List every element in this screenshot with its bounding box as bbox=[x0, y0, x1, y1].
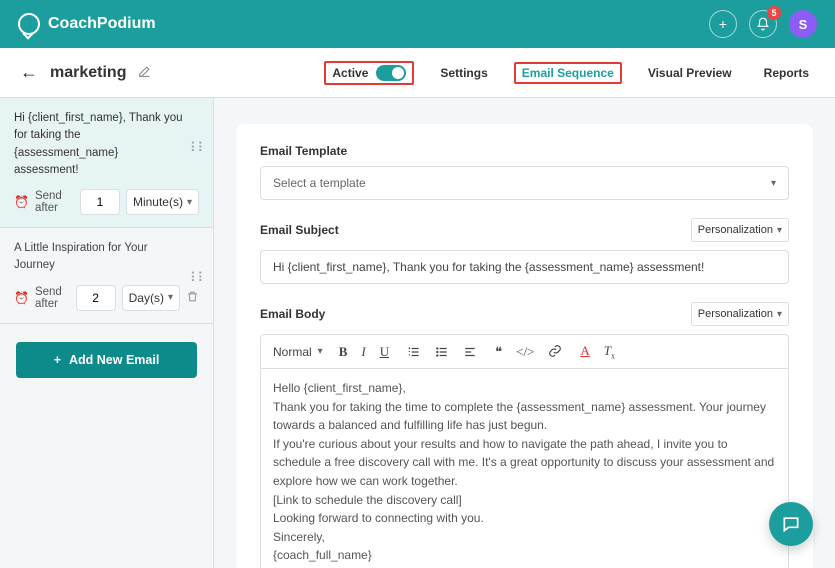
email-card-title: Hi {client_first_name}, Thank you for ta… bbox=[14, 110, 199, 179]
bold-button[interactable]: B bbox=[337, 342, 350, 362]
tab-visual-preview[interactable]: Visual Preview bbox=[642, 62, 738, 84]
back-arrow-icon[interactable]: ← bbox=[20, 62, 38, 83]
active-switch[interactable] bbox=[376, 65, 406, 81]
text-color-button[interactable]: A bbox=[578, 341, 591, 363]
brand-icon bbox=[18, 13, 40, 35]
subject-personalization-select[interactable]: Personalization▾ bbox=[691, 218, 789, 242]
chevron-down-icon: ▾ bbox=[777, 225, 782, 236]
sub-header: ← marketing Active Settings Email Sequen… bbox=[0, 48, 835, 98]
send-after-unit[interactable]: Day(s)▾ bbox=[122, 285, 180, 311]
bell-icon bbox=[756, 17, 770, 31]
active-label: Active bbox=[332, 66, 368, 80]
brand-name: CoachPodium bbox=[48, 15, 156, 33]
body-personalization-select[interactable]: Personalization▾ bbox=[691, 302, 789, 326]
page-title: marketing bbox=[50, 64, 126, 82]
template-select[interactable]: Select a template ▾ bbox=[260, 166, 789, 200]
email-editor-panel: Email Template Select a template ▾ Email… bbox=[236, 124, 813, 568]
chevron-down-icon: ▾ bbox=[168, 292, 173, 303]
delete-email-icon[interactable] bbox=[186, 290, 199, 306]
unordered-list-button[interactable] bbox=[433, 343, 451, 361]
send-after-value[interactable] bbox=[76, 285, 116, 311]
clear-format-button[interactable]: Tx bbox=[602, 341, 617, 363]
chevron-down-icon: ▾ bbox=[777, 309, 782, 320]
align-button[interactable] bbox=[461, 343, 479, 361]
send-after-label: Send after bbox=[35, 190, 74, 214]
tab-settings[interactable]: Settings bbox=[434, 62, 493, 84]
code-button[interactable]: </> bbox=[514, 342, 536, 362]
rich-text-editor: Normal▾ B I U ❝ </> bbox=[260, 334, 789, 568]
chevron-down-icon: ▾ bbox=[318, 346, 323, 357]
notifications-button[interactable]: 5 bbox=[749, 10, 777, 38]
blockquote-button[interactable]: ❝ bbox=[493, 342, 504, 362]
ordered-list-button[interactable] bbox=[405, 343, 423, 361]
email-card-title: A Little Inspiration for Your Journey bbox=[14, 240, 199, 275]
editor-body[interactable]: Hello {client_first_name}, Thank you for… bbox=[261, 369, 788, 568]
top-bar: CoachPodium + 5 S bbox=[0, 0, 835, 48]
avatar[interactable]: S bbox=[789, 10, 817, 38]
tab-reports[interactable]: Reports bbox=[758, 62, 815, 84]
clock-icon: ⏰ bbox=[14, 195, 29, 209]
chevron-down-icon: ▾ bbox=[187, 197, 192, 208]
body-label: Email Body bbox=[260, 307, 325, 321]
subject-input[interactable] bbox=[260, 250, 789, 284]
notification-badge: 5 bbox=[767, 6, 781, 20]
help-chat-fab[interactable] bbox=[769, 502, 813, 546]
add-new-email-button[interactable]: + Add New Email bbox=[16, 342, 197, 378]
nav-tabs: Active Settings Email Sequence Visual Pr… bbox=[324, 61, 815, 85]
underline-button[interactable]: U bbox=[378, 342, 391, 362]
drag-handle-icon[interactable]: ⠇⠇ bbox=[190, 270, 205, 286]
brand[interactable]: CoachPodium bbox=[18, 13, 156, 35]
chat-icon bbox=[781, 514, 801, 534]
paragraph-format-select[interactable]: Normal▾ bbox=[273, 345, 323, 359]
link-button[interactable] bbox=[546, 342, 564, 362]
tab-email-sequence[interactable]: Email Sequence bbox=[514, 62, 622, 84]
drag-handle-icon[interactable]: ⠇⠇ bbox=[190, 140, 205, 156]
send-after-unit[interactable]: Minute(s)▾ bbox=[126, 189, 199, 215]
email-card[interactable]: A Little Inspiration for Your Journey ⠇⠇… bbox=[0, 228, 213, 324]
chevron-down-icon: ▾ bbox=[771, 178, 776, 189]
edit-title-icon[interactable] bbox=[138, 65, 151, 81]
editor-toolbar: Normal▾ B I U ❝ </> bbox=[261, 335, 788, 369]
clock-icon: ⏰ bbox=[14, 291, 29, 305]
email-card[interactable]: Hi {client_first_name}, Thank you for ta… bbox=[0, 98, 213, 228]
send-after-value[interactable] bbox=[80, 189, 120, 215]
email-list-sidebar: Hi {client_first_name}, Thank you for ta… bbox=[0, 98, 214, 568]
main-content: Email Template Select a template ▾ Email… bbox=[214, 98, 835, 568]
top-actions: + 5 S bbox=[709, 10, 817, 38]
italic-button[interactable]: I bbox=[359, 342, 367, 362]
subject-label: Email Subject bbox=[260, 223, 339, 237]
add-button[interactable]: + bbox=[709, 10, 737, 38]
active-toggle-wrap: Active bbox=[324, 61, 414, 85]
template-label: Email Template bbox=[260, 144, 789, 158]
plus-icon: + bbox=[54, 353, 61, 367]
send-after-label: Send after bbox=[35, 286, 70, 310]
